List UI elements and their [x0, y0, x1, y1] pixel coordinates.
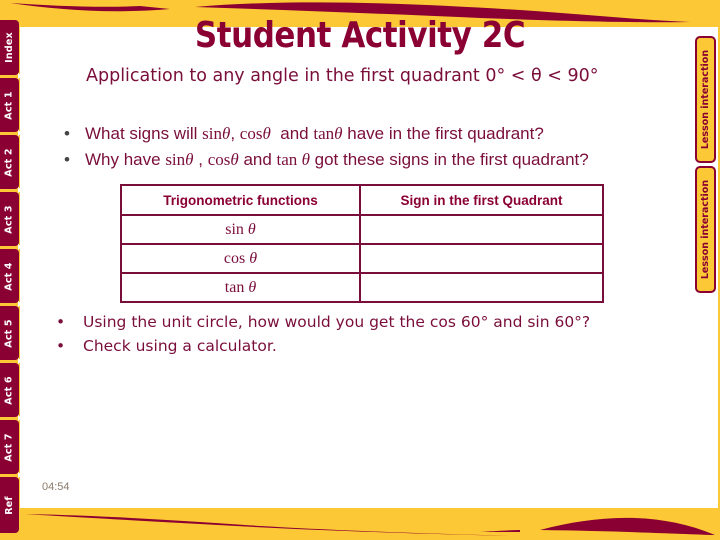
tab-divider: [18, 301, 22, 307]
question-text: Why have sinθ , cosθ and tan θ got these…: [85, 150, 589, 169]
question-text: What signs will sinθ, cosθ and tanθ have…: [85, 124, 544, 143]
tab-divider: [18, 415, 22, 421]
question-item: • Why have sinθ , cosθ and tan θ got the…: [64, 147, 589, 173]
tab-act-3[interactable]: Act 3: [0, 192, 19, 246]
bullet-icon: •: [64, 124, 70, 143]
page-subtitle: Application to any angle in the first qu…: [86, 66, 599, 86]
table-row: tan θ: [120, 272, 604, 303]
function-cell: tan θ: [120, 272, 361, 303]
tab-divider: [18, 73, 22, 79]
page-title: Student Activity 2C: [194, 15, 526, 56]
tab-act-1[interactable]: Act 1: [0, 78, 19, 132]
question-item: • What signs will sinθ, cosθ and tanθ ha…: [64, 121, 589, 147]
tab-divider: [18, 130, 22, 136]
tab-divider: [18, 244, 22, 250]
task-item: • Using the unit circle, how would you g…: [56, 310, 590, 334]
function-cell: sin θ: [120, 214, 361, 245]
lesson-interaction-button-1[interactable]: Lesson interaction: [695, 36, 716, 163]
tab-act-4[interactable]: Act 4: [0, 249, 19, 303]
task-list: • Using the unit circle, how would you g…: [56, 310, 590, 358]
bullet-icon: •: [56, 337, 66, 355]
task-item: • Check using a calculator.: [56, 334, 590, 358]
table-row: cos θ: [120, 243, 604, 274]
tab-act-5[interactable]: Act 5: [0, 306, 19, 360]
sign-cell[interactable]: [359, 272, 604, 303]
tab-divider: [18, 358, 22, 364]
tab-divider: [18, 187, 22, 193]
table-header-row: Trigonometric functions Sign in the firs…: [120, 184, 604, 216]
tab-index[interactable]: Index: [0, 20, 19, 75]
sign-cell[interactable]: [359, 214, 604, 245]
tab-act-6[interactable]: Act 6: [0, 363, 19, 417]
table-row: sin θ: [120, 214, 604, 245]
bullet-icon: •: [56, 313, 66, 331]
timestamp: 04:54: [42, 481, 70, 493]
sign-cell[interactable]: [359, 243, 604, 274]
tab-act-7[interactable]: Act 7: [0, 420, 19, 474]
question-list: • What signs will sinθ, cosθ and tanθ ha…: [64, 121, 589, 173]
function-cell: cos θ: [120, 243, 361, 274]
tab-divider: [18, 472, 22, 478]
tab-act-2[interactable]: Act 2: [0, 135, 19, 189]
bullet-icon: •: [64, 150, 70, 169]
column-header-function: Trigonometric functions: [120, 184, 361, 216]
tab-ref[interactable]: Ref: [0, 477, 19, 533]
trig-sign-table: Trigonometric functions Sign in the firs…: [120, 184, 604, 303]
lesson-interaction-button-2[interactable]: Lesson interaction: [695, 166, 716, 293]
bottom-swoosh-decoration: [25, 514, 715, 536]
column-header-sign: Sign in the first Quadrant: [359, 184, 604, 216]
